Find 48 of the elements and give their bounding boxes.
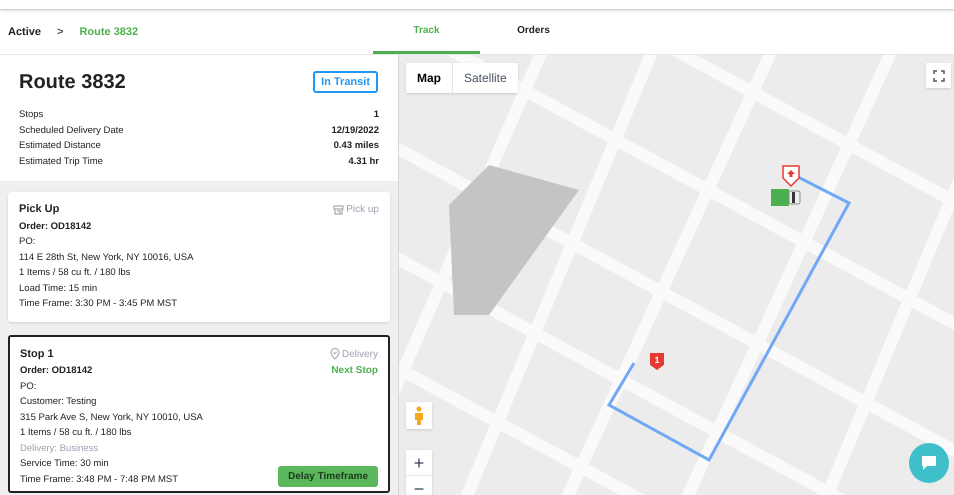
breadcrumb-link[interactable]: Active — [8, 24, 42, 40]
stop-type-label: Delivery — [342, 348, 378, 362]
breadcrumb-separator: > — [56, 24, 64, 40]
stop-detail: Delivery: Business — [20, 442, 100, 456]
stop-detail: 1 Items / 58 cu ft. / 180 lbs — [19, 266, 132, 280]
stop-card[interactable] — [8, 334, 390, 493]
stop-detail: Customer: Testing — [20, 395, 98, 409]
breadcrumb-current: Route 3832 — [79, 24, 138, 40]
tab[interactable]: Orders — [480, 10, 587, 54]
stop-detail: Load Time: 15 min — [19, 282, 98, 296]
stop-title: Pick Up — [19, 202, 60, 217]
order-number: Order: OD18142 — [20, 364, 92, 378]
fullscreen-icon[interactable] — [926, 63, 951, 88]
next-stop-label: Next Stop — [331, 364, 378, 378]
order-number: Order: OD18142 — [19, 220, 92, 234]
street-map[interactable]: Map Satellite 1 + − — [399, 55, 954, 495]
store-icon — [333, 204, 344, 215]
detail-value: 0.43 miles — [334, 139, 379, 153]
stop-detail: PO: — [20, 380, 38, 394]
stop-type-label: Pick up — [346, 203, 379, 217]
detail-value: 1 — [374, 108, 379, 122]
route-title: Route 3832 — [19, 70, 126, 95]
detail-label: Estimated Trip Time — [19, 154, 103, 168]
stop-detail: Service Time: 30 min — [20, 457, 110, 471]
map-type-button[interactable]: Satellite — [453, 63, 518, 93]
stop-detail: 1 Items / 58 cu ft. / 180 lbs — [20, 426, 132, 440]
zoom-out-button[interactable]: − — [406, 476, 432, 495]
stop-card[interactable]: Pick Up Order: OD18142 Pick up PO: 114 E 28th St, New York, NY 10016, USA 1 Items / 58 cu ft. / 180 lbs Load Time: 15 min Time Frame: 3:30 PM - 3:45 PM MST — [8, 192, 390, 322]
stop-title: Stop 1 — [20, 346, 55, 362]
detail-label: Scheduled Delivery Date — [19, 124, 124, 138]
stop-detail: Time Frame: 3:48 PM - 7:48 PM MST — [20, 472, 180, 486]
chat-bubble-icon — [919, 454, 939, 472]
detail-label: Stops — [19, 108, 44, 122]
location-pin-icon — [330, 348, 340, 360]
detail-value: 4.31 hr — [348, 154, 379, 168]
delay-timeframe-button[interactable]: Delay Timeframe — [278, 466, 378, 487]
status-badge: In Transit — [313, 70, 378, 94]
zoom-in-button[interactable]: + — [406, 450, 432, 476]
detail-label: Estimated Distance — [19, 139, 101, 153]
stop-marker: 1 — [650, 353, 664, 370]
detail-value: 12/19/2022 — [331, 124, 379, 138]
stop-detail: 315 Park Ave S, New York, NY 10010, USA — [20, 410, 203, 424]
stop-detail: PO: — [19, 235, 36, 249]
pickup-marker-icon — [782, 165, 800, 187]
map-type-button[interactable]: Map — [406, 63, 453, 93]
stop-detail: 114 E 28th St, New York, NY 10016, USA — [19, 250, 194, 264]
stop-detail: Time Frame: 3:30 PM - 3:45 PM MST — [19, 297, 178, 311]
truck-icon — [771, 189, 801, 207]
